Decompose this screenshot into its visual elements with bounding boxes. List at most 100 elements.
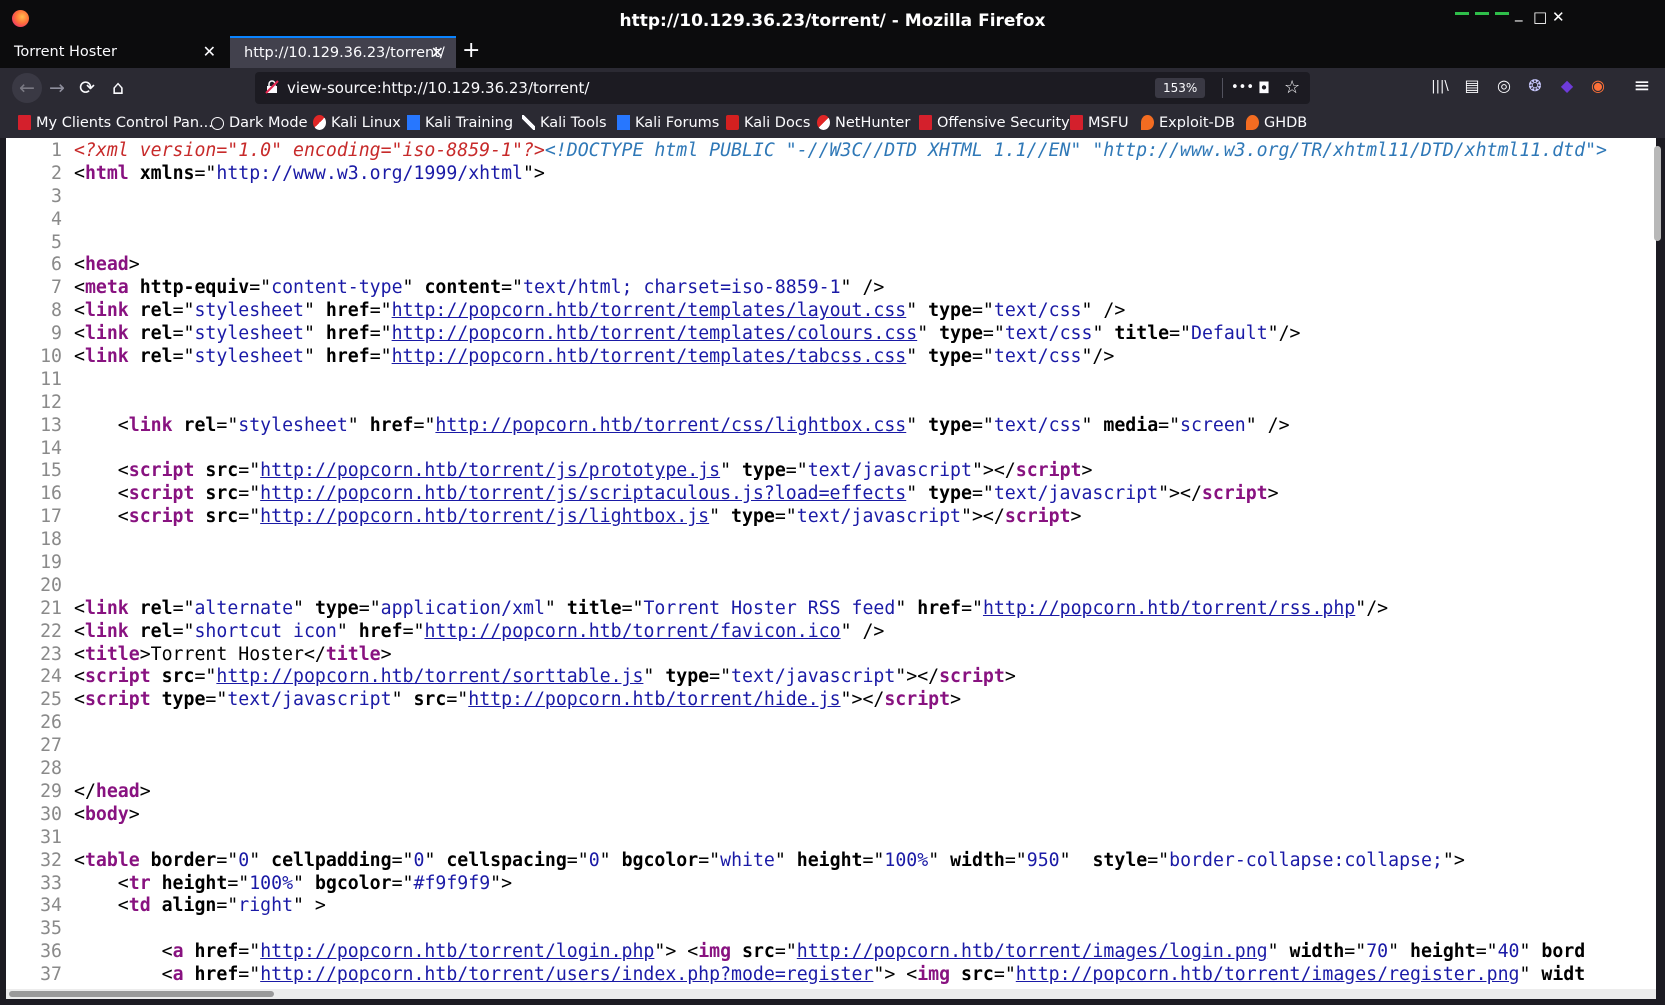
source-link[interactable]: http://popcorn.htb/torrent/css/lightbox.…: [435, 415, 906, 436]
window-close-button[interactable]: ✕: [1552, 8, 1565, 26]
source-token: height: [796, 849, 863, 871]
minimize-button[interactable]: _: [1515, 4, 1523, 22]
source-token: style: [1092, 849, 1148, 871]
library-icon[interactable]: |||\: [1428, 79, 1452, 94]
source-link[interactable]: http://popcorn.htb/torrent/js/lightbox.j…: [260, 506, 709, 527]
bookmark-item[interactable]: Offensive Security: [919, 108, 1070, 138]
source-link[interactable]: http://popcorn.htb/torrent/templates/lay…: [392, 300, 907, 321]
source-token: [184, 964, 195, 985]
bookmark-item[interactable]: My Clients Control Pan...: [18, 108, 213, 138]
source-line: 30 <body>: [6, 804, 1656, 827]
extension-icon[interactable]: ◉: [1586, 76, 1610, 95]
tab-close-icon[interactable]: ✕: [431, 38, 444, 68]
source-link[interactable]: http://popcorn.htb/torrent/js/scriptacul…: [260, 483, 906, 504]
source-link[interactable]: http://popcorn.htb/torrent/rss.php: [983, 598, 1355, 619]
offsec-icon: [919, 115, 932, 130]
line-number: 33: [40, 872, 62, 894]
horizontal-scrollbar[interactable]: [6, 989, 1656, 999]
tab-view-source[interactable]: http://10.129.36.23/torrent/ ✕: [230, 36, 456, 68]
forward-button[interactable]: →: [42, 73, 72, 103]
source-link[interactable]: http://popcorn.htb/torrent/templates/col…: [392, 323, 918, 344]
vertical-scrollbar[interactable]: [1652, 142, 1662, 987]
extension-icon[interactable]: ◆: [1555, 76, 1579, 95]
source-token: [184, 941, 195, 962]
bookmark-item[interactable]: GHDB: [1246, 108, 1307, 138]
line-number: 3: [51, 185, 62, 207]
source-token: =": [172, 620, 195, 642]
bookmark-item[interactable]: Kali Forums: [617, 108, 719, 138]
source-token: img: [917, 964, 951, 986]
sidebar-icon[interactable]: ▤: [1460, 76, 1484, 95]
source-link[interactable]: http://popcorn.htb/torrent/users/index.p…: [260, 964, 873, 985]
source-token: <: [74, 346, 85, 368]
source-token: =": [971, 483, 994, 505]
source-token: ": [303, 323, 326, 345]
source-line: 11: [6, 369, 1656, 392]
scrollbar-thumb[interactable]: [1654, 146, 1661, 241]
source-link[interactable]: http://popcorn.htb/torrent/login.php: [260, 941, 654, 962]
home-button[interactable]: ⌂: [103, 73, 133, 103]
reload-button[interactable]: ⟳: [72, 73, 102, 103]
source-code: <tr height="100%" bgcolor="#f9f9f9">: [74, 873, 512, 896]
source-code: <a href="http://popcorn.htb/torrent/user…: [74, 964, 1586, 987]
source-token: [950, 964, 961, 985]
page-actions-icon[interactable]: •••: [1231, 72, 1254, 104]
bookmark-item[interactable]: MSFU: [1070, 108, 1129, 138]
source-token: >: [128, 803, 140, 825]
source-token: "> <: [873, 964, 918, 986]
zoom-level-button[interactable]: 153%: [1155, 78, 1206, 98]
bookmark-star-icon[interactable]: ☆: [1284, 72, 1300, 104]
source-link[interactable]: http://popcorn.htb/torrent/images/login.…: [797, 941, 1268, 962]
line-number: 30: [40, 803, 62, 825]
source-token: =": [501, 277, 523, 299]
source-token: =": [961, 597, 983, 619]
source-token: =": [774, 941, 797, 963]
bookmark-item[interactable]: Dark Mode: [211, 108, 308, 138]
bookmark-item[interactable]: Kali Docs: [726, 108, 810, 138]
source-code: <link rel="stylesheet" href="http://popc…: [74, 346, 1114, 369]
source-token: a: [172, 964, 184, 986]
source-link[interactable]: http://popcorn.htb/torrent/js/prototype.…: [260, 460, 720, 481]
extension-icon[interactable]: ❂: [1523, 76, 1547, 95]
source-token: application/xml: [380, 597, 545, 619]
source-token: text/javascript: [796, 506, 961, 528]
source-link[interactable]: http://popcorn.htb/torrent/hide.js: [468, 689, 840, 710]
back-button[interactable]: ←: [12, 73, 42, 103]
source-code: <body>: [74, 804, 140, 827]
tab-label: http://10.129.36.23/torrent/: [244, 45, 445, 61]
url-text[interactable]: view-source:http://10.129.36.23/torrent/: [287, 72, 590, 104]
source-token: =": [709, 666, 732, 688]
source-token: =": [194, 666, 217, 688]
source-link[interactable]: http://popcorn.htb/torrent/sorttable.js: [216, 666, 643, 687]
source-token: href: [194, 964, 239, 986]
pocket-icon[interactable]: ◘: [1258, 72, 1270, 104]
line-number: 35: [40, 918, 62, 940]
new-tab-button[interactable]: +: [462, 36, 480, 66]
source-token: =": [216, 895, 239, 917]
scrollbar-thumb[interactable]: [9, 991, 274, 997]
hamburger-menu-icon[interactable]: ≡: [1630, 73, 1654, 97]
source-token: =": [369, 323, 392, 345]
account-icon[interactable]: ◎: [1492, 76, 1516, 95]
bookmark-item[interactable]: Exploit-DB: [1141, 108, 1235, 138]
source-line: 6 <head>: [6, 254, 1656, 277]
tab-close-icon[interactable]: ✕: [203, 36, 216, 68]
url-bar[interactable]: view-source:http://10.129.36.23/torrent/…: [255, 72, 1310, 104]
bookmark-item[interactable]: Kali Linux: [313, 108, 401, 138]
globe-icon: [211, 117, 224, 130]
source-token: ": [599, 849, 622, 871]
maximize-button[interactable]: □: [1533, 8, 1547, 26]
source-line: 2 <html xmlns="http://www.w3.org/1999/xht…: [6, 163, 1656, 186]
source-line: 22 <link rel="shortcut icon" href="http:/…: [6, 621, 1656, 644]
source-link[interactable]: http://popcorn.htb/torrent/images/regist…: [1016, 964, 1520, 985]
source-token: >: [139, 780, 151, 802]
source-link[interactable]: http://popcorn.htb/torrent/favicon.ico: [424, 621, 840, 642]
bookmark-item[interactable]: Kali Tools: [522, 108, 607, 138]
source-line: 23 <title>Torrent Hoster</title>: [6, 644, 1656, 667]
source-link[interactable]: http://popcorn.htb/torrent/templates/tab…: [392, 346, 907, 367]
line-number: 17: [40, 506, 62, 528]
bookmark-item[interactable]: NetHunter: [817, 108, 910, 138]
bookmark-item[interactable]: Kali Training: [407, 108, 513, 138]
source-token: script: [128, 506, 195, 528]
tab-torrent-hoster[interactable]: Torrent Hoster ✕: [0, 36, 228, 68]
